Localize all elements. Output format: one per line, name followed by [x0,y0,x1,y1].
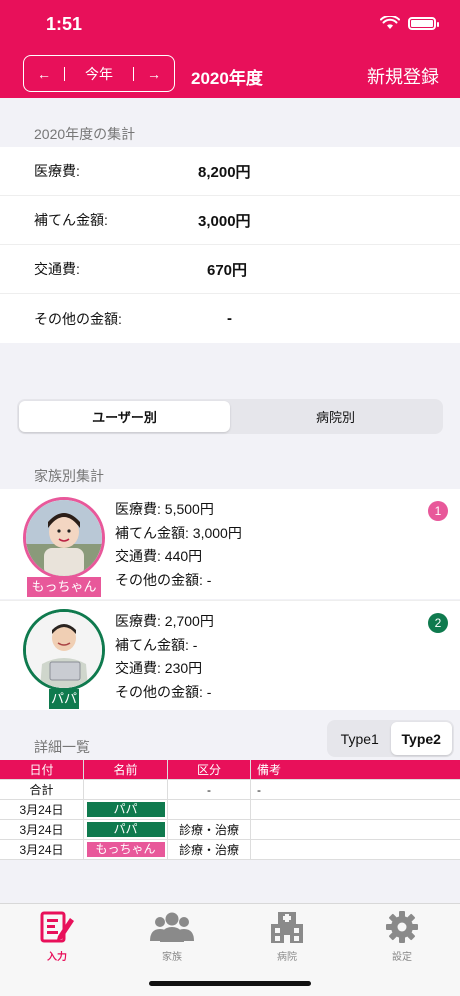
member-stat-line: 交通費: 230円 [115,660,203,676]
row-name-pill: パパ [86,822,165,837]
summary-label: 医療費: [34,163,80,179]
segment-by-user[interactable]: ユーザー別 [19,401,230,432]
total-note: - [257,782,261,797]
segment-type2[interactable]: Type2 [390,722,452,755]
column-header-note: 備考 [257,763,282,777]
avatar [23,497,105,579]
total-name-cell [84,780,168,799]
member-stat-line: 補てん金額: - [115,636,198,653]
prev-year-button[interactable]: ← [24,66,64,82]
family-icon [150,912,194,942]
segment-by-hospital[interactable]: 病院別 [230,401,441,432]
summary-row-medical: 医療費: 8,200円 [0,147,460,196]
row-date: 3月24日 [0,820,84,839]
current-year-button[interactable]: 今年 [65,64,133,84]
segment-type1[interactable]: Type1 [329,722,391,755]
next-year-button[interactable]: → [134,66,174,82]
detail-section-title: 詳細一覧 [34,739,90,755]
summary-row-transport: 交通費: 670円 [0,245,460,294]
family-member-row[interactable]: もっちゃん 医療費: 5,500円 補てん金額: 3,000円 交通費: 440… [0,489,460,599]
row-name-pill: もっちゃん [86,842,165,857]
row-name-cell: もっちゃん [84,840,168,859]
row-date: 3月24日 [0,840,84,859]
column-header-name: 名前 [84,760,168,779]
row-note [251,840,460,859]
home-indicator[interactable] [149,981,311,986]
column-header-date: 日付 [0,760,84,779]
member-name-tag: パパ [49,689,79,709]
nav-header: 1:51 ← 今年 → 2020年度 新規登録 [0,0,460,98]
row-name-pill: パパ [86,802,165,817]
summary-value: - [227,310,232,327]
member-number-badge: 1 [428,501,448,521]
member-stat-line: 交通費: 440円 [115,548,203,564]
summary-row-other: その他の金額: - [0,294,460,343]
family-member-row[interactable]: パパ 医療費: 2,700円 補てん金額: - 交通費: 230円 その他の金額… [0,600,460,710]
year-switcher: ← 今年 → [23,55,175,92]
tab-input[interactable]: 入力 [22,910,92,963]
member-stats: 医療費: 2,700円 補てん金額: - 交通費: 230円 その他の金額: - [115,610,214,704]
status-icons [380,16,439,30]
type-segmented-control: Type1 Type2 [327,720,454,757]
tab-label: 入力 [47,952,67,963]
member-stats: 医療費: 5,500円 補てん金額: 3,000円 交通費: 440円 その他の… [115,498,242,592]
summary-row-compensation: 補てん金額: 3,000円 [0,196,460,245]
total-label: 合計 [0,780,84,799]
hospital-icon [271,912,303,943]
tab-label: 設定 [392,952,412,963]
member-number-badge: 2 [428,613,448,633]
tab-label: 家族 [162,952,182,963]
member-stat-line: その他の金額: - [115,683,212,700]
summary-value: 8,200円 [198,163,251,181]
status-time: 1:51 [46,14,83,34]
wifi-icon [380,16,400,29]
battery-icon [408,16,439,30]
table-total-row: 合計 - - [0,780,460,800]
summary-value: 3,000円 [198,212,251,230]
gear-icon [386,911,418,943]
avatar [23,609,105,691]
member-stat-line: 医療費: 2,700円 [115,613,214,629]
table-header-row: 日付 名前 区分 備考 [0,760,460,780]
total-category: - [168,780,251,799]
tab-label: 病院 [277,952,297,963]
child-photo [26,500,102,576]
tab-hospital[interactable]: 病院 [252,910,322,963]
summary-value: 670円 [207,261,248,279]
column-header-category: 区分 [168,760,251,779]
new-entry-button[interactable]: 新規登録 [367,63,439,89]
summary-section-title: 2020年度の集計 [34,126,136,142]
member-stat-line: 医療費: 5,500円 [115,501,214,517]
tab-family[interactable]: 家族 [137,910,207,963]
member-name-tag: もっちゃん [27,577,101,597]
row-note [251,820,460,839]
summary-label: 交通費: [34,261,80,277]
row-category [168,800,251,819]
member-stat-line: 補てん金額: 3,000円 [115,524,242,541]
row-name-cell: パパ [84,800,168,819]
member-stat-line: その他の金額: - [115,571,212,588]
summary-label: その他の金額: [34,310,122,327]
view-segmented-control: ユーザー別 病院別 [17,399,443,434]
summary-card: 医療費: 8,200円 補てん金額: 3,000円 交通費: 670円 その他の… [0,147,460,343]
man-photo [26,612,102,688]
row-category: 診療・治療 [168,840,251,859]
family-section-title: 家族別集計 [34,468,104,484]
page-title: 2020年度 [191,69,263,88]
row-category: 診療・治療 [168,820,251,839]
tab-settings[interactable]: 設定 [367,910,437,963]
row-name-cell: パパ [84,820,168,839]
table-row[interactable]: 3月24日 パパ 診療・治療 [0,820,460,840]
row-note [251,800,460,819]
table-row[interactable]: 3月24日 パパ [0,800,460,820]
row-date: 3月24日 [0,800,84,819]
table-row[interactable]: 3月24日 もっちゃん 診療・治療 [0,840,460,860]
summary-label: 補てん金額: [34,212,108,228]
detail-table: 日付 名前 区分 備考 合計 - - 3月24日 パパ 3月24日 パパ 診療・… [0,760,460,860]
pencil-note-icon [40,911,74,943]
